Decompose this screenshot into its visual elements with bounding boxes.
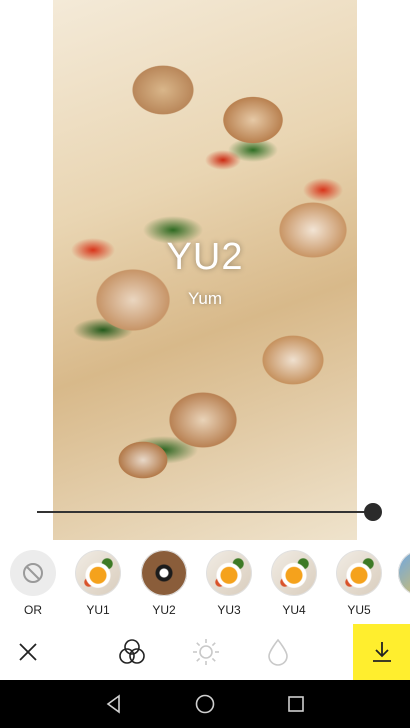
close-button[interactable] xyxy=(0,624,56,680)
filter-label: YU3 xyxy=(217,603,241,617)
system-navigation-bar xyxy=(0,680,410,728)
filter-thumbnail[interactable] xyxy=(398,550,410,596)
download-button[interactable] xyxy=(353,624,410,680)
filter-next-partial[interactable] xyxy=(398,550,410,596)
intensity-slider-thumb[interactable] xyxy=(364,503,382,521)
filters-icon xyxy=(119,639,145,664)
filter-thumbnail[interactable] xyxy=(75,550,121,596)
filter-thumbnail[interactable] xyxy=(336,550,382,596)
filter-label: YU2 xyxy=(152,603,176,617)
home-button[interactable] xyxy=(175,680,235,728)
filters-button[interactable] xyxy=(104,624,160,680)
filter-name-overlay: YU2 xyxy=(166,236,244,278)
recents-icon xyxy=(288,696,304,712)
brightness-button[interactable] xyxy=(178,624,234,680)
filter-label: YU1 xyxy=(86,603,110,617)
filter-original-thumb[interactable] xyxy=(10,550,56,596)
back-icon xyxy=(106,694,120,714)
filter-yu4[interactable]: YU4 xyxy=(269,550,319,617)
filter-subtitle-overlay: Yum xyxy=(187,289,223,308)
bottom-toolbar xyxy=(0,624,410,680)
filter-label: YU4 xyxy=(282,603,306,617)
recents-button[interactable] xyxy=(266,680,326,728)
filter-yu2[interactable]: YU2 xyxy=(139,550,189,617)
filter-thumbnail[interactable] xyxy=(206,550,252,596)
intensity-slider-track[interactable] xyxy=(37,511,373,513)
filter-yu5[interactable]: YU5 xyxy=(334,550,384,617)
filter-thumbnail-selected[interactable] xyxy=(141,550,187,596)
brightness-icon xyxy=(193,639,219,665)
home-icon xyxy=(195,694,215,714)
filter-strip[interactable]: OR YU1 YU2 YU3 YU4 YU5 xyxy=(0,550,410,620)
filter-yu1[interactable]: YU1 xyxy=(73,550,123,617)
close-icon xyxy=(19,643,37,661)
no-filter-icon xyxy=(23,563,43,583)
back-button[interactable] xyxy=(84,680,144,728)
download-icon xyxy=(372,642,391,662)
filter-label: YU5 xyxy=(347,603,371,617)
filter-thumbnail[interactable] xyxy=(271,550,317,596)
filter-original[interactable]: OR xyxy=(8,550,58,617)
drop-icon xyxy=(268,638,288,666)
saturation-button[interactable] xyxy=(250,624,306,680)
filter-yu3[interactable]: YU3 xyxy=(204,550,254,617)
filter-label: OR xyxy=(24,603,42,617)
photo-preview[interactable]: YU2 Yum xyxy=(53,0,357,540)
